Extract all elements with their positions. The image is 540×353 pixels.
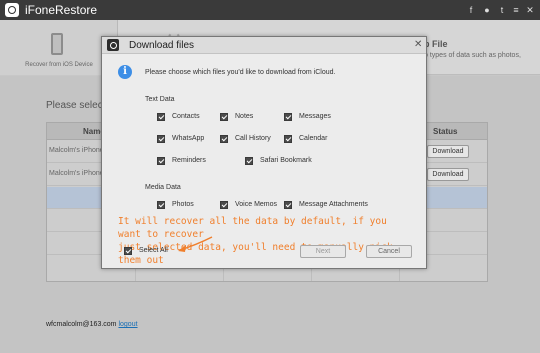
dialog-titlebar: Download files ✕	[102, 37, 426, 54]
tab-icloud-title[interactable]: p File	[424, 39, 448, 49]
checkbox-checked[interactable]	[157, 201, 165, 209]
checkbox-checked[interactable]	[284, 135, 292, 143]
annotation-arrow-icon	[178, 236, 213, 252]
text-data-label: Text Data	[145, 96, 175, 103]
app-titlebar: iFoneRestore f ● t ≡ ✕	[0, 0, 540, 20]
checkbox-label: Messages	[299, 113, 331, 120]
checkbox-checked[interactable]	[220, 201, 228, 209]
app-logo-icon	[5, 3, 19, 17]
download-button[interactable]: Download	[427, 168, 469, 181]
checkbox-label: Contacts	[172, 113, 200, 120]
checkbox-checked[interactable]	[157, 157, 165, 165]
checkbox-checked[interactable]	[157, 113, 165, 121]
checkbox-checked[interactable]	[124, 247, 132, 255]
logout-link[interactable]: logout	[118, 321, 137, 328]
cancel-button[interactable]: Cancel	[366, 245, 412, 258]
account-email: wfcmalcolm@163.com	[46, 321, 117, 328]
media-data-label: Media Data	[145, 184, 181, 191]
twitter-icon[interactable]: t	[497, 5, 507, 15]
select-all-label: Select All	[139, 247, 168, 254]
checkbox-label: Calendar	[299, 135, 328, 142]
row-device-name: Malcolm's iPhone	[49, 170, 104, 177]
checkbox-checked[interactable]	[220, 135, 228, 143]
info-icon: i	[118, 65, 132, 79]
checkbox-label: Safari Bookmark	[260, 157, 312, 164]
app-logo-icon	[107, 39, 119, 51]
dialog-close-icon[interactable]: ✕	[414, 39, 422, 50]
checkbox-label: WhatsApp	[172, 135, 205, 142]
column-status: Status	[433, 127, 458, 136]
checkbox-label: Call History	[235, 135, 271, 142]
checkbox-label: Voice Memos	[235, 201, 278, 208]
phone-icon	[51, 33, 63, 55]
dialog-title: Download files	[129, 40, 195, 51]
annotation-line: It will recover all the data by default,…	[118, 216, 387, 240]
annotation-text: It will recover all the data by default,…	[118, 215, 410, 267]
checkbox-label: Message Attachments	[299, 201, 368, 208]
download-files-dialog: Download files ✕ i Please choose which f…	[101, 36, 427, 269]
next-button[interactable]: Next	[300, 245, 346, 258]
checkbox-checked[interactable]	[157, 135, 165, 143]
row-device-name: Malcolm's iPhone	[49, 147, 104, 154]
download-button[interactable]: Download	[427, 145, 469, 158]
checkbox-checked[interactable]	[220, 113, 228, 121]
chat-icon[interactable]: ●	[482, 5, 492, 15]
checkbox-checked[interactable]	[284, 201, 292, 209]
account-info: wfcmalcolm@163.com logout	[46, 321, 138, 328]
app-title: iFoneRestore	[25, 3, 98, 17]
checkbox-label: Reminders	[172, 157, 206, 164]
tab-icloud-desc: p types of data such as photos,	[424, 52, 521, 59]
checkbox-label: Notes	[235, 113, 254, 120]
facebook-icon[interactable]: f	[466, 5, 476, 15]
menu-icon[interactable]: ≡	[511, 5, 521, 15]
dialog-info-text: Please choose which files you'd like to …	[145, 69, 336, 76]
checkbox-checked[interactable]	[245, 157, 253, 165]
checkbox-checked[interactable]	[284, 113, 292, 121]
close-icon[interactable]: ✕	[525, 5, 535, 15]
checkbox-label: Photos	[172, 201, 194, 208]
